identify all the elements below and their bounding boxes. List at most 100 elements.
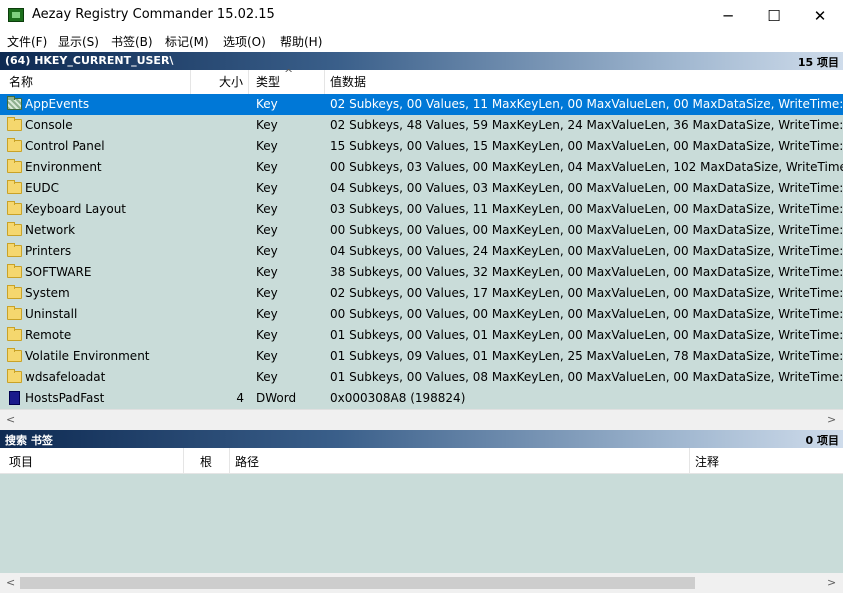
column-divider[interactable] — [190, 70, 191, 94]
row-name: Control Panel — [25, 139, 105, 153]
row-type: Key — [256, 370, 278, 384]
minimize-button[interactable]: ─ — [705, 0, 751, 31]
folder-icon — [7, 159, 22, 173]
row-type: Key — [256, 181, 278, 195]
row-type: Key — [256, 307, 278, 321]
row-type: Key — [256, 286, 278, 300]
row-type: Key — [256, 97, 278, 111]
folder-icon — [7, 180, 22, 194]
registry-row[interactable]: wdsafeloadat Key 01 Subkeys, 00 Values, 08… — [0, 367, 843, 388]
column-comment[interactable]: 注释 — [695, 453, 719, 470]
column-divider[interactable] — [229, 448, 230, 473]
row-value: 0x000308A8 (198824) — [330, 391, 466, 405]
column-name[interactable]: 名称 — [9, 73, 33, 90]
row-value: 02 Subkeys, 00 Values, 17 MaxKeyLen, 00 … — [330, 286, 843, 300]
column-size[interactable]: 大小 — [219, 73, 243, 90]
folder-icon — [7, 222, 22, 236]
folder-icon — [7, 306, 22, 320]
row-value: 03 Subkeys, 00 Values, 11 MaxKeyLen, 00 … — [330, 202, 843, 216]
row-name: HostsPadFast — [25, 391, 105, 405]
window-title: Aezay Registry Commander 15.02.15 — [32, 7, 275, 22]
row-name: wdsafeloadat — [25, 370, 106, 384]
folder-hatched-icon — [7, 96, 22, 110]
current-path: (64) HKEY_CURRENT_USER\ — [5, 54, 174, 67]
scrollbar-thumb[interactable] — [20, 577, 695, 589]
registry-row[interactable]: EUDC Key 04 Subkeys, 00 Values, 03 MaxKeyL… — [0, 178, 843, 199]
bookmark-list[interactable] — [0, 474, 843, 574]
row-name: Uninstall — [25, 307, 78, 321]
row-name: Volatile Environment — [25, 349, 150, 363]
registry-list[interactable]: AppEvents Key 02 Subkeys, 00 Values, 11 Ma… — [0, 94, 843, 409]
search-bookmarks-title: 搜索 书签 — [5, 434, 53, 447]
column-path[interactable]: 路径 — [235, 453, 259, 470]
registry-row[interactable]: System Key 02 Subkeys, 00 Values, 17 MaxKe… — [0, 283, 843, 304]
folder-icon — [7, 138, 22, 152]
row-name: Console — [25, 118, 73, 132]
registry-row[interactable]: AppEvents Key 02 Subkeys, 00 Values, 11 Ma… — [0, 94, 843, 115]
row-type: Key — [256, 223, 278, 237]
folder-icon — [7, 117, 22, 131]
registry-row[interactable]: HostsPadFast 4 DWord 0x000308A8 (198824) — [0, 388, 843, 409]
row-value: 01 Subkeys, 09 Values, 01 MaxKeyLen, 25 … — [330, 349, 843, 363]
folder-icon — [7, 327, 22, 341]
scroll-right-icon[interactable]: > — [827, 576, 836, 589]
menu-options[interactable]: 选项(O) — [223, 33, 266, 50]
column-type[interactable]: 类型 — [256, 73, 280, 90]
registry-row[interactable]: Remote Key 01 Subkeys, 00 Values, 01 MaxKe… — [0, 325, 843, 346]
menu-view[interactable]: 显示(S) — [58, 33, 99, 50]
row-name: System — [25, 286, 70, 300]
row-name: AppEvents — [25, 97, 90, 111]
scroll-left-icon[interactable]: < — [6, 576, 15, 589]
menu-file[interactable]: 文件(F) — [7, 33, 47, 50]
maximize-button[interactable]: ☐ — [751, 0, 797, 31]
folder-icon — [7, 264, 22, 278]
row-value: 01 Subkeys, 00 Values, 08 MaxKeyLen, 00 … — [330, 370, 843, 384]
row-type: Key — [256, 118, 278, 132]
registry-row[interactable]: Keyboard Layout Key 03 Subkeys, 00 Values,… — [0, 199, 843, 220]
column-value[interactable]: 值数据 — [330, 73, 366, 90]
row-name: EUDC — [25, 181, 59, 195]
horizontal-scrollbar[interactable]: < > — [0, 409, 843, 430]
registry-row[interactable]: Printers Key 04 Subkeys, 00 Values, 24 Max… — [0, 241, 843, 262]
row-value: 02 Subkeys, 00 Values, 11 MaxKeyLen, 00 … — [330, 97, 843, 111]
scroll-right-icon[interactable]: > — [827, 413, 836, 426]
row-type: Key — [256, 265, 278, 279]
row-type: Key — [256, 349, 278, 363]
column-divider[interactable] — [248, 70, 249, 94]
column-item[interactable]: 项目 — [9, 453, 33, 470]
path-bar: (64) HKEY_CURRENT_USER\ 15 项目 — [0, 52, 843, 70]
row-name: SOFTWARE — [25, 265, 92, 279]
maximize-icon: ☐ — [767, 6, 781, 25]
menu-help[interactable]: 帮助(H) — [280, 33, 322, 50]
bookmark-horizontal-scrollbar[interactable]: < > — [0, 573, 843, 593]
row-size: 4 — [236, 391, 244, 405]
registry-row[interactable]: Network Key 00 Subkeys, 00 Values, 00 MaxK… — [0, 220, 843, 241]
menu-bar: 文件(F) 显示(S) 书签(B) 标记(M) 选项(O) 帮助(H) — [0, 31, 843, 51]
row-type: Key — [256, 202, 278, 216]
registry-row[interactable]: Uninstall Key 00 Subkeys, 00 Values, 00 Ma… — [0, 304, 843, 325]
bookmark-count: 0 项目 — [805, 434, 839, 447]
row-value: 04 Subkeys, 00 Values, 03 MaxKeyLen, 00 … — [330, 181, 843, 195]
row-value: 01 Subkeys, 00 Values, 01 MaxKeyLen, 00 … — [330, 328, 843, 342]
item-count: 15 项目 — [797, 56, 839, 69]
column-root[interactable]: 根 — [200, 453, 212, 470]
menu-marks[interactable]: 标记(M) — [165, 33, 209, 50]
registry-row[interactable]: Console Key 02 Subkeys, 48 Values, 59 MaxK… — [0, 115, 843, 136]
row-name: Network — [25, 223, 76, 237]
row-name: Keyboard Layout — [25, 202, 127, 216]
row-name: Remote — [25, 328, 72, 342]
registry-row[interactable]: Environment Key 00 Subkeys, 03 Values, 00 … — [0, 157, 843, 178]
registry-row[interactable]: Volatile Environment Key 01 Subkeys, 09 Va… — [0, 346, 843, 367]
registry-row[interactable]: Control Panel Key 15 Subkeys, 00 Values, 1… — [0, 136, 843, 157]
row-value: 15 Subkeys, 00 Values, 15 MaxKeyLen, 00 … — [330, 139, 843, 153]
column-divider[interactable] — [689, 448, 690, 473]
menu-bookmarks[interactable]: 书签(B) — [111, 33, 153, 50]
column-divider[interactable] — [183, 448, 184, 473]
row-type: DWord — [256, 391, 297, 405]
registry-row[interactable]: SOFTWARE Key 38 Subkeys, 00 Values, 32 Max… — [0, 262, 843, 283]
column-divider[interactable] — [324, 70, 325, 94]
row-type: Key — [256, 139, 278, 153]
close-button[interactable]: ✕ — [797, 0, 843, 31]
scroll-left-icon[interactable]: < — [6, 413, 15, 426]
folder-icon — [7, 201, 22, 215]
